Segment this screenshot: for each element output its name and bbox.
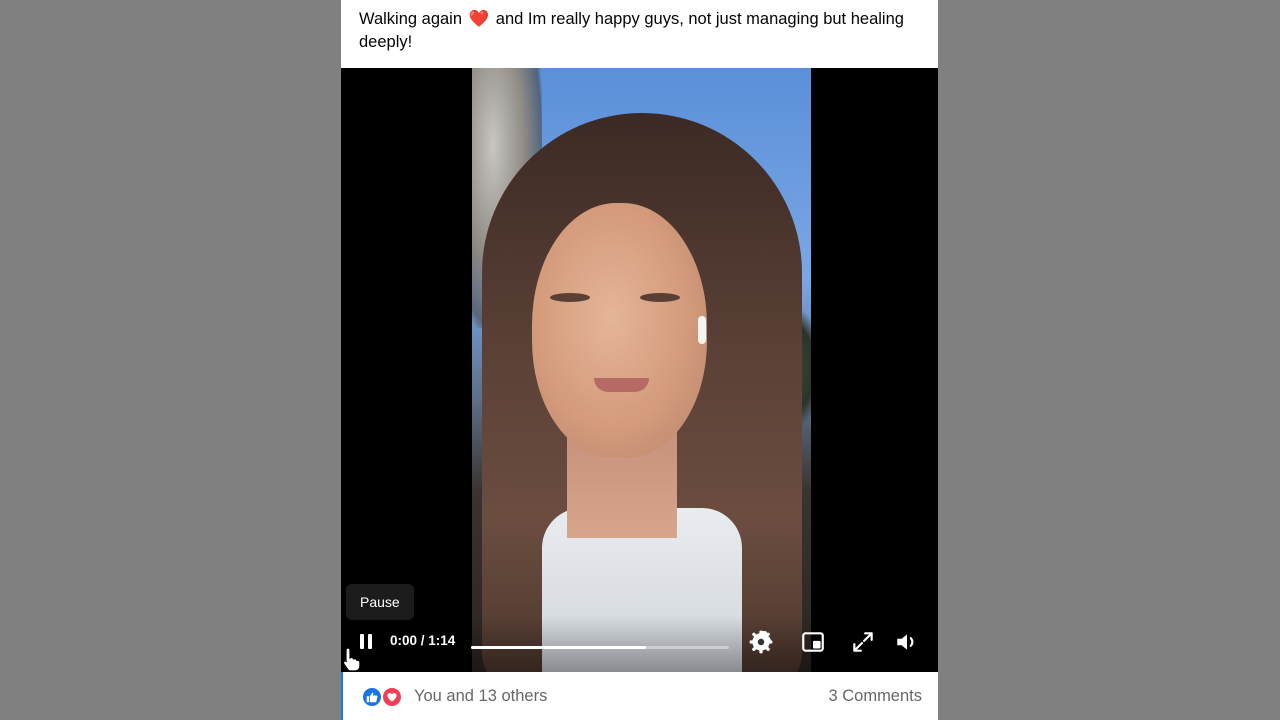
comments-link[interactable]: 3 Comments [828, 687, 922, 706]
left-eye [550, 293, 590, 302]
love-icon [381, 686, 403, 708]
hand-cursor-icon [342, 646, 362, 672]
fullscreen-icon [853, 632, 873, 652]
focus-edge [341, 672, 343, 720]
settings-button[interactable] [748, 629, 774, 655]
facebook-post: Walking again ❤️ and Im really happy guy… [341, 0, 938, 720]
video-frame[interactable] [472, 68, 811, 672]
red-heart-emoji: ❤️ [468, 10, 490, 28]
right-eye [640, 293, 680, 302]
like-icon [361, 686, 383, 708]
picture-in-picture-button[interactable] [800, 629, 826, 655]
mouth [594, 378, 649, 392]
video-player[interactable]: Pause 0:00 / 1:14 [341, 68, 938, 672]
post-caption: Walking again ❤️ and Im really happy guy… [359, 8, 919, 54]
volume-button[interactable] [894, 629, 920, 655]
fullscreen-button[interactable] [850, 629, 876, 655]
pause-tooltip: Pause [346, 584, 414, 620]
progress-bar[interactable] [471, 646, 729, 649]
video-controls: 0:00 / 1:14 [341, 616, 938, 672]
picture-in-picture-icon [802, 632, 824, 652]
reactions-summary[interactable]: You and 13 others [414, 687, 547, 706]
pause-icon-bar [368, 634, 372, 649]
gear-icon [749, 630, 773, 654]
earbud [698, 316, 706, 344]
reaction-icons[interactable] [361, 686, 407, 708]
caption-text-start: Walking again [359, 10, 463, 28]
post-footer: You and 13 others 3 Comments [341, 672, 938, 720]
progress-fill [471, 646, 647, 649]
person-face [532, 203, 707, 458]
time-display: 0:00 / 1:14 [390, 633, 456, 648]
volume-icon [897, 634, 914, 650]
